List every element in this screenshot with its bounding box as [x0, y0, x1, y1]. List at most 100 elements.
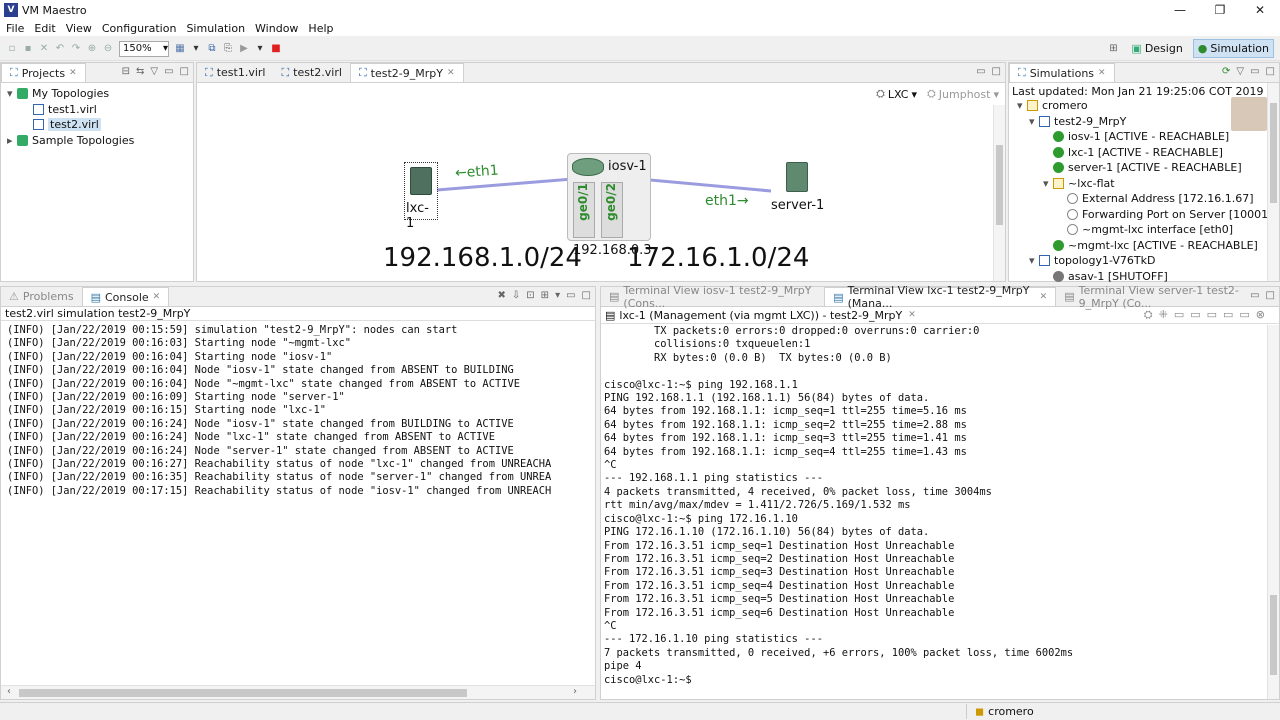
tab-terminal-server[interactable]: ▤ Terminal View server-1 test2-9_MrpY (Co…: [1056, 284, 1279, 310]
tree-item-mgmt-interface[interactable]: ~mgmt-lxc interface [eth0]: [1013, 222, 1279, 238]
tree-item-test1[interactable]: test1.virl: [7, 102, 193, 118]
scrollbar-thumb[interactable]: [1270, 103, 1277, 203]
scrollbar-thumb[interactable]: [19, 689, 467, 697]
close-icon[interactable]: ✕: [447, 68, 455, 78]
scrollbar-thumb[interactable]: [996, 145, 1003, 225]
tree-item-asav[interactable]: asav-1 [SHUTOFF]: [1013, 269, 1279, 285]
close-button[interactable]: ✕: [1240, 0, 1280, 20]
tree-item-server[interactable]: server-1 [ACTIVE - REACHABLE]: [1013, 160, 1279, 176]
terminal-subtab-label[interactable]: lxc-1 (Management (via mgmt LXC)) - test…: [619, 309, 902, 322]
redo-icon[interactable]: ↷: [69, 42, 83, 56]
stop-icon[interactable]: ■: [269, 42, 283, 56]
scroll-left-icon[interactable]: ‹: [7, 686, 11, 697]
zoom-in-icon[interactable]: ⊕: [85, 42, 99, 56]
node-lxc-1[interactable]: lxc-1: [404, 162, 438, 231]
scroll-right-icon[interactable]: ›: [573, 686, 577, 697]
scrollbar-thumb[interactable]: [1270, 595, 1277, 675]
tree-item-lxc-flat[interactable]: ▾ ~lxc-flat: [1013, 176, 1279, 192]
lxc-button[interactable]: ⛭ LXC ▾: [876, 87, 917, 101]
layout-icon[interactable]: ▦: [173, 42, 187, 56]
maximize-view-icon[interactable]: □: [1266, 290, 1275, 301]
tree-item-my-topologies[interactable]: ▾ My Topologies: [7, 86, 193, 102]
close-icon[interactable]: ✕: [153, 292, 161, 302]
tree-item-forwarding-port[interactable]: Forwarding Port on Server [10001]: [1013, 207, 1279, 223]
console-hscrollbar[interactable]: ‹ ›: [1, 685, 595, 699]
minimize-button[interactable]: —: [1160, 0, 1200, 20]
menu-help[interactable]: Help: [304, 22, 339, 35]
clear-console-icon[interactable]: ✖: [498, 290, 506, 301]
tab-test1[interactable]: ⛶ test1.virl: [197, 63, 273, 82]
tree-item-mgmt-lxc[interactable]: ~mgmt-lxc [ACTIVE - REACHABLE]: [1013, 238, 1279, 254]
open-console-icon[interactable]: ⊞: [541, 290, 549, 301]
terminal-toolbar-icons[interactable]: ⛭⁜▭▭▭▭▭⊗: [1144, 308, 1271, 322]
minimize-view-icon[interactable]: ▭: [164, 66, 173, 77]
tab-terminal-iosv[interactable]: ▤ Terminal View iosv-1 test2-9_MrpY (Cons…: [601, 284, 824, 310]
tree-item-lxc[interactable]: lxc-1 [ACTIVE - REACHABLE]: [1013, 145, 1279, 161]
minimize-view-icon[interactable]: ▭: [976, 66, 985, 77]
minimize-view-icon[interactable]: ▭: [566, 290, 575, 301]
copy-icon[interactable]: ⧉: [205, 42, 219, 56]
zoom-out-icon[interactable]: ⊖: [101, 42, 115, 56]
maximize-view-icon[interactable]: □: [582, 290, 591, 301]
port-ge02[interactable]: ge0/2: [601, 182, 623, 238]
node-iosv-1[interactable]: iosv-1 ge0/1 ge0/2: [567, 153, 651, 241]
close-icon[interactable]: ✕: [908, 310, 916, 320]
minimize-view-icon[interactable]: ▭: [1250, 290, 1259, 301]
terminal-scrollbar[interactable]: [1267, 325, 1279, 699]
simulation-perspective-button[interactable]: ● Simulation: [1192, 39, 1274, 58]
maximize-view-icon[interactable]: □: [180, 66, 189, 77]
tree-item-sample-topologies[interactable]: ▸ Sample Topologies: [7, 133, 193, 149]
tab-simulations[interactable]: ⛶ Simulations ✕: [1009, 63, 1115, 82]
editor-scrollbar[interactable]: [993, 105, 1005, 281]
tab-problems[interactable]: ⚠ Problems: [1, 287, 82, 306]
tab-test2-9[interactable]: ⛶ test2-9_MrpY ✕: [349, 63, 464, 82]
menu-file[interactable]: File: [2, 22, 30, 35]
undo-icon[interactable]: ↶: [53, 42, 67, 56]
maximize-button[interactable]: ❐: [1200, 0, 1240, 20]
refresh-icon[interactable]: ⟳: [1222, 66, 1230, 77]
view-menu-icon[interactable]: ▽: [1236, 66, 1244, 77]
user-status[interactable]: ◼ cromero: [966, 704, 1042, 719]
tab-console[interactable]: ▤ Console ✕: [81, 287, 170, 306]
tab-projects[interactable]: ⛶ Projects ✕: [1, 63, 86, 82]
menu-view[interactable]: View: [62, 22, 98, 35]
close-icon[interactable]: ✕: [1098, 68, 1106, 78]
minimize-view-icon[interactable]: ▭: [1250, 66, 1259, 77]
dropdown-icon[interactable]: ▾: [189, 42, 203, 56]
topology-canvas[interactable]: lxc-1 ←eth1 iosv-1 ge0/1 ge0/2 eth1→ ser…: [197, 105, 993, 281]
menu-simulation[interactable]: Simulation: [182, 22, 251, 35]
link-icon[interactable]: ⇆: [136, 66, 144, 77]
view-menu-icon[interactable]: ▽: [150, 66, 158, 77]
launch-icon[interactable]: ▶: [237, 42, 251, 56]
maximize-view-icon[interactable]: □: [1266, 66, 1275, 77]
pin-icon[interactable]: ⊡: [526, 290, 534, 301]
save-icon[interactable]: ▪: [21, 42, 35, 56]
terminal-output[interactable]: TX packets:0 errors:0 dropped:0 overruns…: [601, 324, 1279, 684]
dropdown2-icon[interactable]: ▾: [253, 42, 267, 56]
scroll-lock-icon[interactable]: ⇩: [512, 290, 520, 301]
maximize-view-icon[interactable]: □: [992, 66, 1001, 77]
delete-icon[interactable]: ✕: [37, 42, 51, 56]
tab-terminal-lxc[interactable]: ▤ Terminal View lxc-1 test2-9_MrpY (Mana.…: [824, 284, 1057, 310]
close-icon[interactable]: ✕: [69, 68, 77, 78]
close-icon[interactable]: ✕: [1040, 292, 1048, 302]
design-perspective-button[interactable]: ▣ Design: [1127, 40, 1186, 57]
node-server-1[interactable]: server-1: [767, 160, 827, 216]
tree-item-external-address[interactable]: External Address [172.16.1.67]: [1013, 191, 1279, 207]
display-console-icon[interactable]: ▾: [555, 290, 560, 301]
tree-item-topology1[interactable]: ▾ topology1-V76TkD: [1013, 253, 1279, 269]
new-icon[interactable]: ▫: [5, 42, 19, 56]
zoom-select[interactable]: 150% ▾: [119, 40, 169, 57]
console-output[interactable]: (INFO) [Jan/22/2019 00:15:59] simulation…: [1, 321, 595, 681]
tree-item-test2[interactable]: test2.virl: [7, 117, 193, 133]
simulations-scrollbar[interactable]: [1267, 83, 1279, 281]
jumphost-button[interactable]: ⛭ Jumphost ▾: [927, 87, 999, 101]
open-perspective-icon[interactable]: ⊞: [1106, 42, 1120, 56]
menu-configuration[interactable]: Configuration: [98, 22, 183, 35]
tree-item-iosv[interactable]: iosv-1 [ACTIVE - REACHABLE]: [1013, 129, 1279, 145]
paste-icon[interactable]: ⎘: [221, 42, 235, 56]
port-ge01[interactable]: ge0/1: [573, 182, 595, 238]
menu-edit[interactable]: Edit: [30, 22, 61, 35]
menu-window[interactable]: Window: [251, 22, 304, 35]
tab-test2[interactable]: ⛶ test2.virl: [273, 63, 349, 82]
